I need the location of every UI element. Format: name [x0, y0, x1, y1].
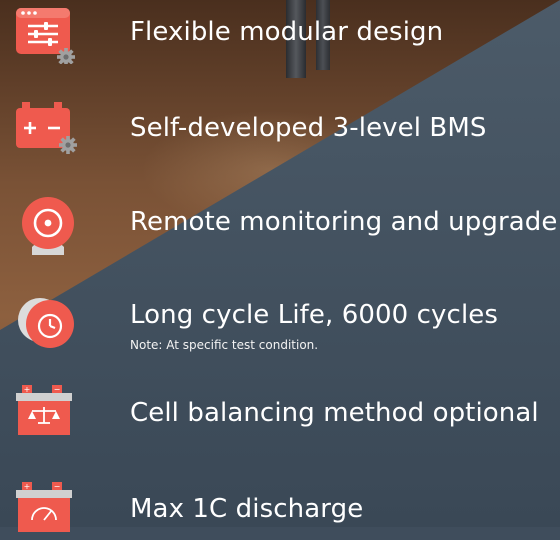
clock-icon: [14, 290, 80, 350]
feature-label: Flexible modular design: [130, 17, 444, 47]
svg-text:+: +: [24, 482, 31, 491]
battery-gear-icon: [14, 100, 80, 160]
svg-text:−: −: [54, 385, 61, 394]
feature-item: Self-developed 3-level BMS: [0, 100, 560, 160]
feature-item: + − Max 1C discharge: [0, 480, 560, 540]
feature-item: + − Cell balancing method optional: [0, 383, 560, 443]
feature-label: Remote monitoring and upgrade: [130, 207, 558, 237]
background-image: [0, 0, 560, 527]
svg-text:−: −: [54, 482, 61, 491]
feature-item: Remote monitoring and upgrade: [0, 193, 560, 255]
feature-item: Long cycle Life, 6000 cycles Note: At sp…: [0, 290, 560, 352]
feature-label: Cell balancing method optional: [130, 398, 539, 428]
settings-panel-icon: [14, 4, 80, 64]
feature-label: Self-developed 3-level BMS: [130, 113, 487, 143]
battery-gauge-icon: + −: [14, 480, 80, 540]
feature-label: Long cycle Life, 6000 cycles: [130, 300, 499, 330]
battery-balance-icon: + −: [14, 383, 80, 443]
svg-text:+: +: [24, 385, 31, 394]
feature-note: Note: At specific test condition.: [130, 338, 319, 352]
feature-label: Max 1C discharge: [130, 494, 364, 524]
feature-item: Flexible modular design: [0, 4, 560, 64]
camera-icon: [14, 193, 80, 255]
